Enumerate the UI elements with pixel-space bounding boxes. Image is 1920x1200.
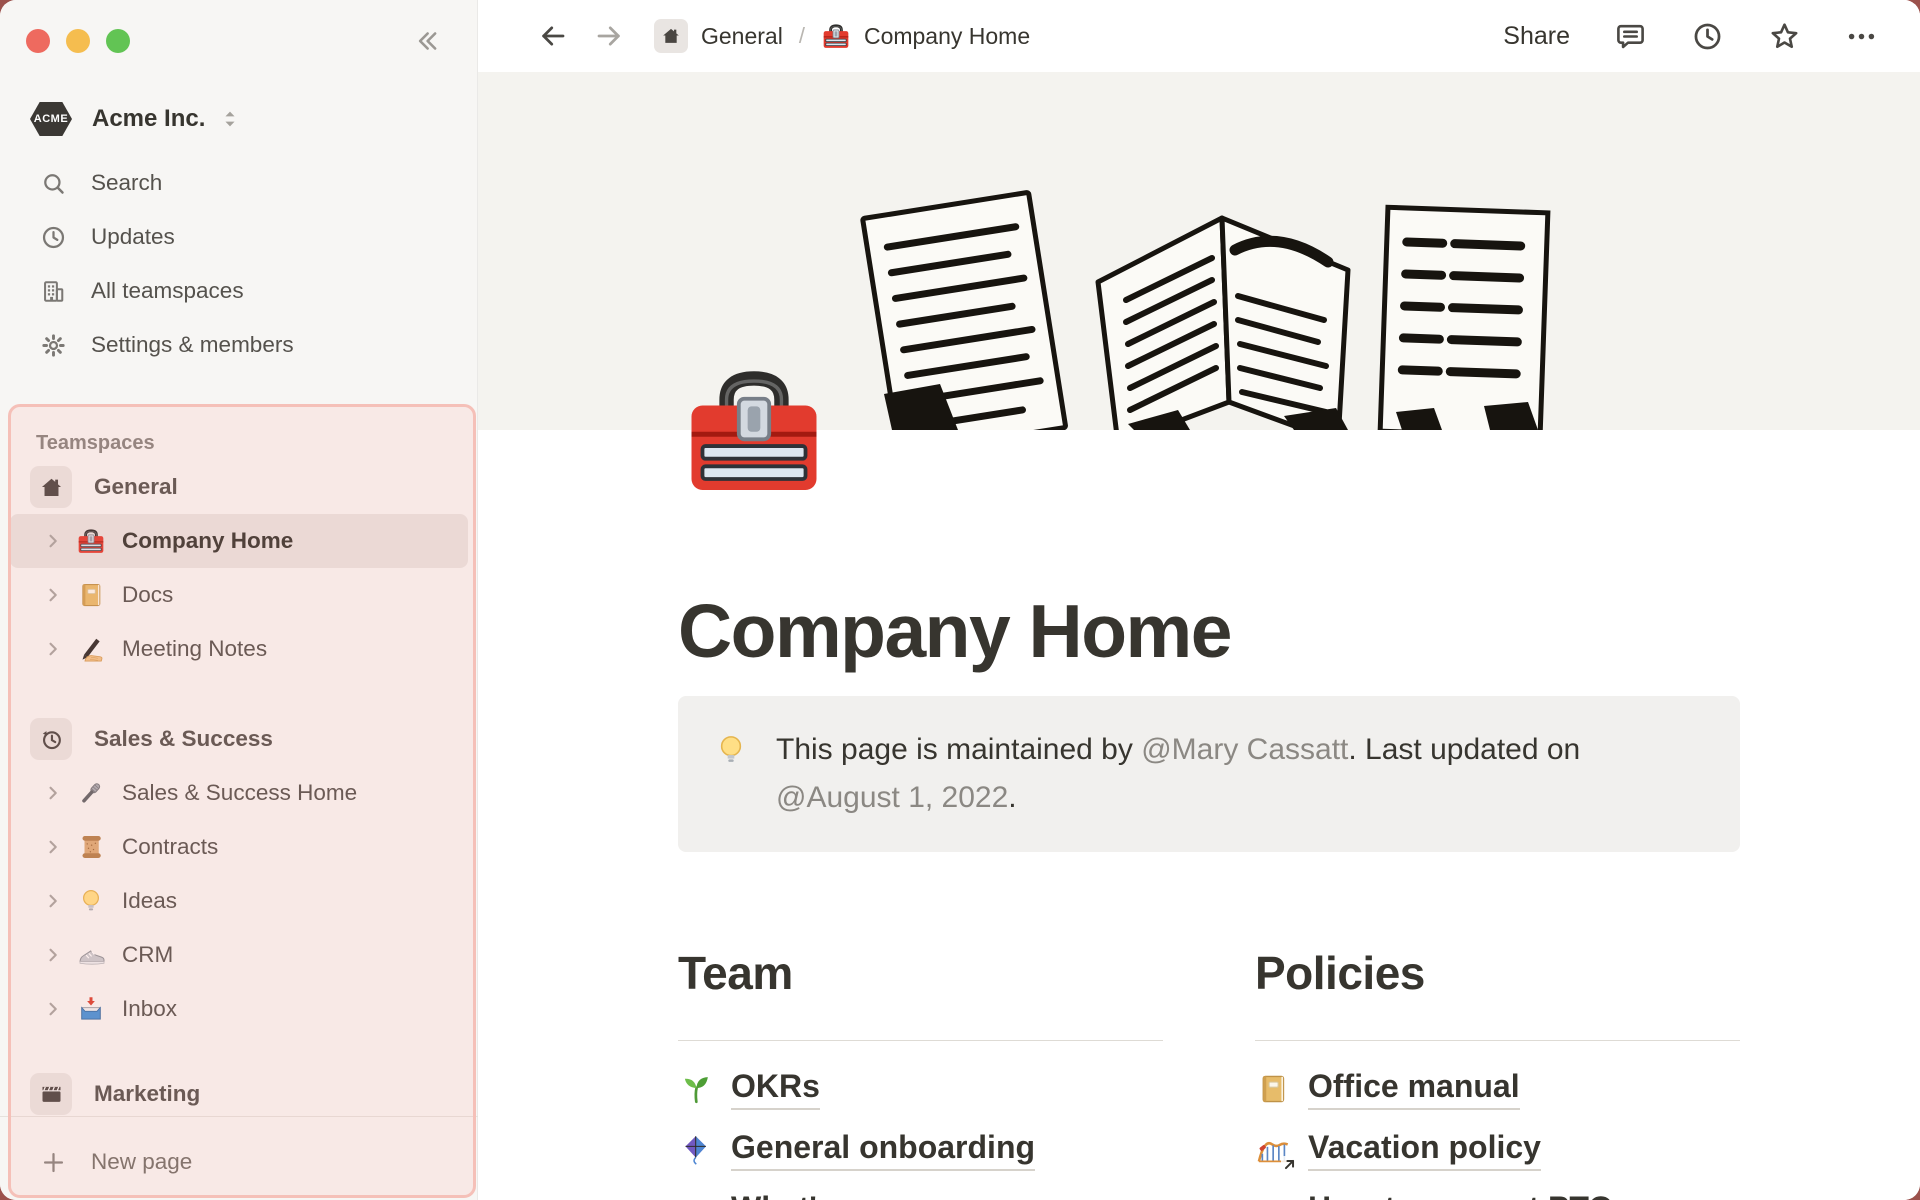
- teamspace-marketing[interactable]: Marketing: [0, 1072, 478, 1116]
- mention-mary-cassatt[interactable]: @Mary Cassatt: [1141, 733, 1348, 766]
- back-arrow-icon[interactable]: [538, 21, 568, 51]
- divider: [678, 1040, 1163, 1041]
- sidebar-item-settings-members[interactable]: Settings & members: [0, 318, 478, 372]
- sneaker-icon: [76, 940, 106, 970]
- sidebar: ACME Acme Inc. Search Updates All teamsp…: [0, 0, 478, 1200]
- notion-window: ACME Acme Inc. Search Updates All teamsp…: [0, 0, 1920, 1200]
- sidebar-item-contracts[interactable]: Contracts: [10, 820, 468, 874]
- chevron-right-icon[interactable]: [42, 998, 64, 1020]
- sidebar-item-search[interactable]: Search: [0, 156, 478, 210]
- plus-icon: [40, 1149, 67, 1176]
- window-controls: [0, 0, 478, 56]
- forward-arrow-icon[interactable]: [594, 21, 624, 51]
- chevron-right-icon[interactable]: [42, 944, 64, 966]
- clock-history-icon: [30, 718, 72, 760]
- sidebar-item-ideas[interactable]: Ideas: [10, 874, 468, 928]
- comment-icon[interactable]: [1614, 20, 1647, 53]
- inbox-tray-icon: [76, 994, 106, 1024]
- policies-column: Policies Office manual Vacation policy: [1255, 946, 1740, 1200]
- toolbox-icon: [821, 21, 851, 51]
- collapse-sidebar-icon[interactable]: [412, 26, 442, 56]
- link-how-to-request-pto[interactable]: How to request PTO: [1255, 1189, 1740, 1200]
- sidebar-nav: Search Updates All teamspaces Settings &…: [0, 156, 478, 372]
- callout-block[interactable]: This page is maintained by @Mary Cassatt…: [678, 696, 1740, 852]
- kite-icon: [678, 1132, 714, 1168]
- page-title[interactable]: Company Home: [678, 430, 1740, 674]
- page-icon-toolbox[interactable]: [678, 354, 830, 506]
- notebook-icon: [76, 580, 106, 610]
- writing-hand-icon: [76, 634, 106, 664]
- zoom-window-button[interactable]: [106, 29, 130, 53]
- roller-coaster-icon: [1255, 1132, 1298, 1173]
- chevron-right-icon[interactable]: [42, 836, 64, 858]
- chevron-right-icon[interactable]: [42, 890, 64, 912]
- sidebar-item-company-home[interactable]: Company Home: [10, 514, 468, 568]
- callout-text: This page is maintained by @Mary Cassatt…: [776, 733, 1581, 814]
- light-bulb-icon: [76, 886, 106, 916]
- sidebar-item-all-teamspaces[interactable]: All teamspaces: [0, 264, 478, 318]
- team-column: Team OKRs General onboarding: [678, 946, 1163, 1200]
- topbar-actions: Share: [1503, 20, 1878, 53]
- teamspace-general[interactable]: General: [0, 460, 478, 514]
- link-office-manual[interactable]: Office manual: [1255, 1067, 1740, 1111]
- sidebar-item-docs[interactable]: Docs: [10, 568, 468, 622]
- sidebar-item-inbox[interactable]: Inbox: [10, 982, 468, 1036]
- mention-date[interactable]: @August 1, 2022: [776, 781, 1008, 814]
- clock-icon: [40, 224, 67, 251]
- search-icon: [40, 170, 67, 197]
- close-window-button[interactable]: [26, 29, 50, 53]
- breadcrumb: General / Company Home: [654, 19, 1030, 53]
- link-whats-new[interactable]: What's new: [678, 1189, 1163, 1200]
- topbar: General / Company Home Share: [478, 0, 1920, 72]
- share-button[interactable]: Share: [1503, 22, 1570, 51]
- divider: [1255, 1040, 1740, 1041]
- clock-icon[interactable]: [1691, 20, 1724, 53]
- minimize-window-button[interactable]: [66, 29, 90, 53]
- scroll-icon: [76, 832, 106, 862]
- house-icon: [30, 466, 72, 508]
- new-page-button[interactable]: New page: [0, 1137, 478, 1187]
- cloud-icon: [1255, 1193, 1291, 1200]
- chevron-updown-icon: [217, 106, 243, 132]
- link-general-onboarding[interactable]: General onboarding: [678, 1128, 1163, 1172]
- microphone-icon: [76, 778, 106, 808]
- workspace-logo-icon: ACME: [30, 102, 72, 136]
- main-content: General / Company Home Share Company Hom…: [478, 0, 1920, 1200]
- ellipsis-icon[interactable]: [1845, 20, 1878, 53]
- link-vacation-policy[interactable]: Vacation policy: [1255, 1128, 1740, 1173]
- breadcrumb-general[interactable]: General: [654, 19, 783, 53]
- chevron-right-icon[interactable]: [42, 638, 64, 660]
- toolbox-icon: [76, 526, 106, 556]
- teamspaces-section-label: Teamspaces: [36, 432, 155, 454]
- chevron-right-icon[interactable]: [42, 782, 64, 804]
- rolled-newspaper-icon: [678, 1193, 714, 1200]
- sidebar-item-sales-success-home[interactable]: Sales & Success Home: [10, 766, 468, 820]
- seedling-icon: [678, 1071, 714, 1107]
- chevron-right-icon[interactable]: [42, 584, 64, 606]
- notebook-icon: [1255, 1071, 1291, 1107]
- sidebar-item-crm[interactable]: CRM: [10, 928, 468, 982]
- workspace-name: Acme Inc.: [92, 105, 206, 132]
- breadcrumb-separator: /: [798, 23, 805, 48]
- policies-heading: Policies: [1255, 947, 1425, 999]
- gear-icon: [40, 332, 67, 359]
- building-icon: [40, 278, 67, 305]
- light-bulb-icon: [712, 731, 750, 769]
- sidebar-item-updates[interactable]: Updates: [0, 210, 478, 264]
- sidebar-divider: [0, 1116, 478, 1117]
- arrow-up-right-icon: [1281, 1156, 1298, 1173]
- sidebar-item-meeting-notes[interactable]: Meeting Notes: [10, 622, 468, 676]
- breadcrumb-company-home[interactable]: Company Home: [821, 21, 1030, 51]
- chevron-right-icon[interactable]: [42, 530, 64, 552]
- link-okrs[interactable]: OKRs: [678, 1067, 1163, 1111]
- house-icon: [654, 19, 688, 53]
- two-column-layout: Team OKRs General onboarding Policies Of…: [678, 946, 1740, 1200]
- workspace-switcher[interactable]: ACME Acme Inc.: [30, 100, 478, 138]
- star-icon[interactable]: [1768, 20, 1801, 53]
- clapperboard-icon: [30, 1073, 72, 1115]
- team-heading: Team: [678, 947, 793, 999]
- teamspace-sales-success[interactable]: Sales & Success: [0, 712, 478, 766]
- page-body: Company Home This page is maintained by …: [478, 371, 1740, 1200]
